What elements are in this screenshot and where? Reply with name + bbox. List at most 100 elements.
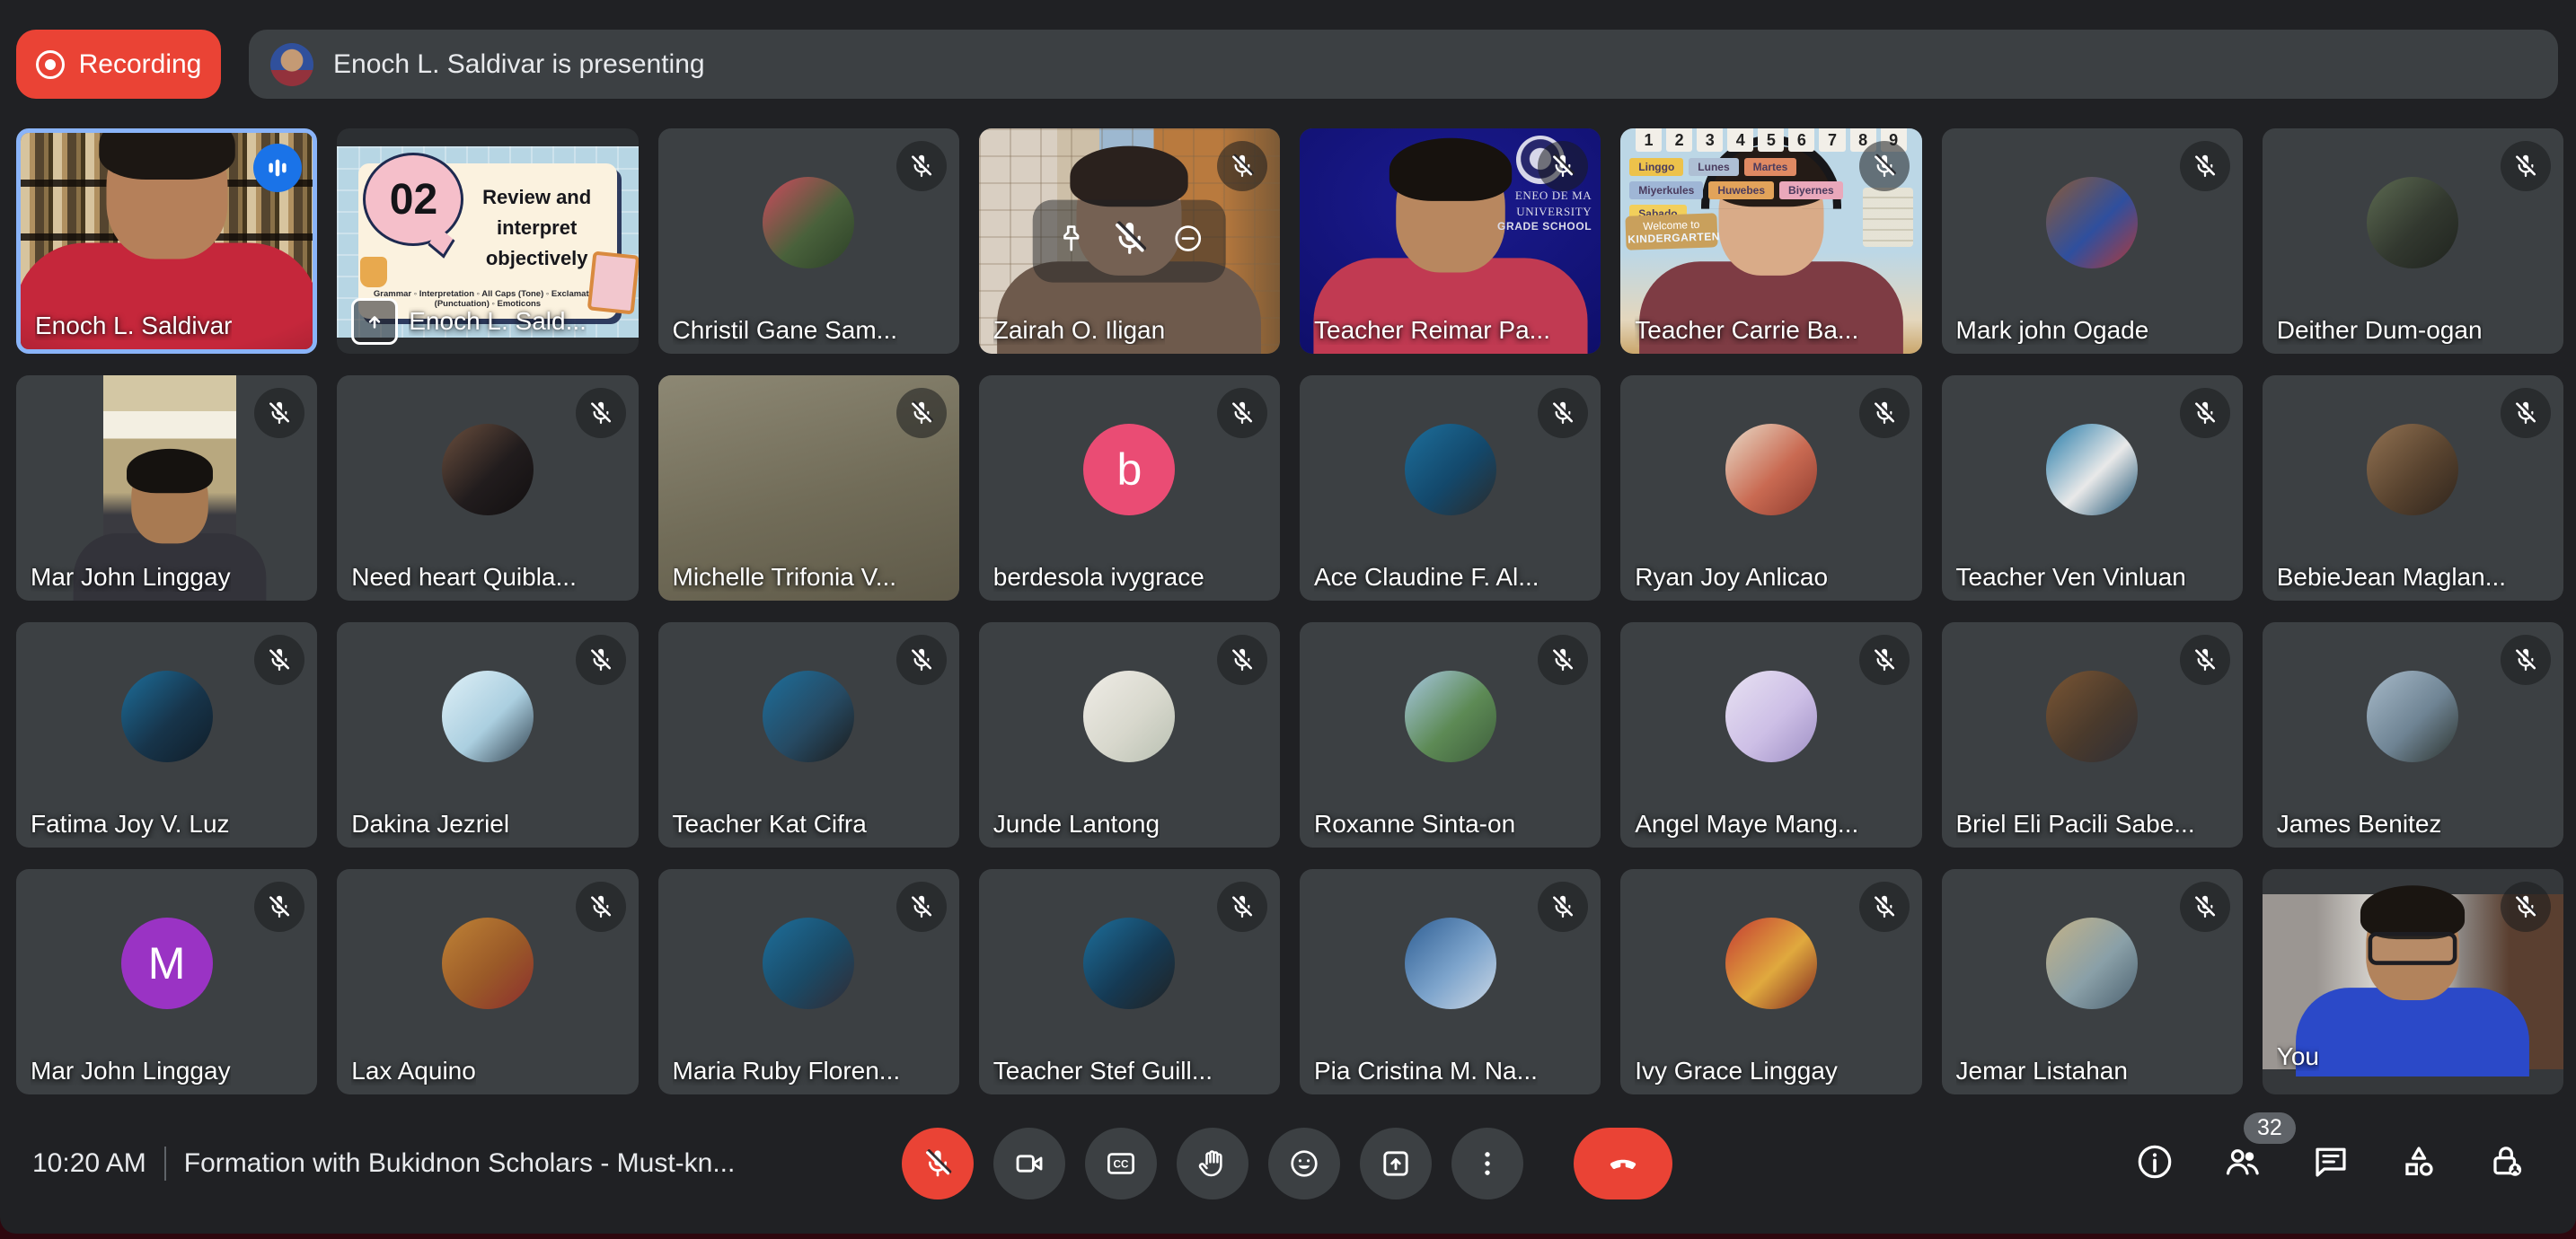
avatar bbox=[1725, 424, 1817, 515]
participant-tile[interactable]: BebieJean Maglan... bbox=[2263, 375, 2563, 601]
avatar bbox=[121, 671, 213, 762]
avatar bbox=[442, 918, 534, 1009]
host-controls-button[interactable] bbox=[2486, 1141, 2527, 1182]
top-bar: Recording Enoch L. Saldivar is presentin… bbox=[16, 30, 2558, 99]
avatar bbox=[1405, 424, 1496, 515]
participant-name: Briel Eli Pacili Sabe... bbox=[1956, 810, 2195, 839]
university-name: ENEO DE MAUNIVERSITYGRADE SCHOOL bbox=[1497, 188, 1592, 233]
participant-name: berdesola ivygrace bbox=[993, 563, 1204, 592]
participant-name: Fatima Joy V. Luz bbox=[31, 810, 230, 839]
mic-off-icon bbox=[1859, 635, 1910, 685]
mic-off-icon bbox=[1538, 388, 1588, 438]
participant-tile[interactable]: Enoch L. Saldivar bbox=[16, 128, 317, 354]
participant-tile[interactable]: Maria Ruby Floren... bbox=[658, 869, 959, 1094]
participant-tile[interactable]: Pia Cristina M. Na... bbox=[1300, 869, 1601, 1094]
mic-off-icon bbox=[1538, 882, 1588, 932]
google-meet-window: Recording Enoch L. Saldivar is presentin… bbox=[0, 0, 2576, 1234]
tile-hover-controls bbox=[1033, 199, 1226, 283]
mic-off-icon bbox=[2501, 388, 2551, 438]
participant-tile[interactable]: Christil Gane Sam... bbox=[658, 128, 959, 354]
participant-tile[interactable]: Teacher Ven Vinluan bbox=[1942, 375, 2243, 601]
participant-name: Angel Maye Mang... bbox=[1635, 810, 1858, 839]
participant-name: Teacher Carrie Ba... bbox=[1635, 316, 1858, 345]
participant-tile[interactable]: Lax Aquino bbox=[337, 869, 638, 1094]
participant-tile[interactable]: Deither Dum-ogan bbox=[2263, 128, 2563, 354]
participant-tile[interactable]: Mark john Ogade bbox=[1942, 128, 2243, 354]
participant-tile[interactable]: Zairah O. Iligan bbox=[979, 128, 1280, 354]
participant-tile[interactable]: ENEO DE MAUNIVERSITYGRADE SCHOOLTeacher … bbox=[1300, 128, 1601, 354]
participant-tile[interactable]: Michelle Trifonia V... bbox=[658, 375, 959, 601]
avatar bbox=[442, 424, 534, 515]
mic-off-icon bbox=[1217, 882, 1267, 932]
participant-tile[interactable]: Ivy Grace Linggay bbox=[1620, 869, 1921, 1094]
bottom-bar: 10:20 AM Formation with Bukidnon Scholar… bbox=[0, 1094, 2576, 1234]
participant-tile[interactable]: Dakina Jezriel bbox=[337, 622, 638, 848]
call-controls: CC bbox=[902, 1128, 1672, 1199]
remove-participant-icon[interactable] bbox=[1170, 222, 1204, 260]
presenting-banner: Enoch L. Saldivar is presenting bbox=[249, 30, 2558, 99]
present-button[interactable] bbox=[1360, 1128, 1432, 1199]
info-button[interactable] bbox=[2134, 1141, 2175, 1182]
mic-off-icon bbox=[2180, 882, 2230, 932]
mic-off-button[interactable] bbox=[902, 1128, 974, 1199]
participant-tile[interactable]: 123456789LinggoLunesMartesMiyerkulesHuwe… bbox=[1620, 128, 1921, 354]
svg-text:CC: CC bbox=[1114, 1159, 1129, 1171]
speaking-indicator bbox=[253, 144, 302, 192]
divider bbox=[164, 1147, 166, 1181]
pin-icon[interactable] bbox=[1054, 222, 1088, 260]
info-icon bbox=[2134, 1141, 2175, 1182]
clock-time: 10:20 AM bbox=[32, 1148, 146, 1179]
participant-tile[interactable]: Teacher Stef Guill... bbox=[979, 869, 1280, 1094]
mic-off-icon bbox=[896, 635, 947, 685]
more-vert-button[interactable] bbox=[1451, 1128, 1523, 1199]
captions-icon: CC bbox=[1104, 1147, 1138, 1181]
participant-tile[interactable]: Roxanne Sinta-on bbox=[1300, 622, 1601, 848]
mic-off-icon bbox=[1859, 388, 1910, 438]
participant-name: Michelle Trifonia V... bbox=[673, 563, 897, 592]
mic-off-icon bbox=[2180, 141, 2230, 191]
participant-tile[interactable]: You bbox=[2263, 869, 2563, 1094]
participant-tile[interactable]: Angel Maye Mang... bbox=[1620, 622, 1921, 848]
chat-button[interactable] bbox=[2310, 1141, 2351, 1182]
participant-tile[interactable]: 02Review and interpret objectivelyGramma… bbox=[337, 128, 638, 354]
panel-controls: 32 bbox=[2134, 1141, 2527, 1182]
mic-off-icon bbox=[2501, 141, 2551, 191]
participant-tile[interactable]: Fatima Joy V. Luz bbox=[16, 622, 317, 848]
mute-icon[interactable] bbox=[1108, 218, 1150, 264]
participant-tile[interactable]: Jemar Listahan bbox=[1942, 869, 2243, 1094]
participant-tile[interactable]: Teacher Kat Cifra bbox=[658, 622, 959, 848]
end-call-button[interactable] bbox=[1574, 1128, 1672, 1199]
people-button[interactable]: 32 bbox=[2222, 1141, 2263, 1182]
weekday-cards: LinggoLunesMartesMiyerkulesHuwebesBiyern… bbox=[1629, 158, 1874, 223]
participant-name: Enoch L. Saldivar bbox=[35, 312, 232, 340]
more-vert-icon bbox=[1470, 1147, 1504, 1181]
mic-off-icon bbox=[921, 1147, 955, 1181]
mic-off-icon bbox=[2501, 882, 2551, 932]
raise-hand-button[interactable] bbox=[1177, 1128, 1248, 1199]
mic-off-icon bbox=[576, 635, 626, 685]
mic-off-icon bbox=[896, 141, 947, 191]
participant-tile[interactable]: MMar John Linggay bbox=[16, 869, 317, 1094]
captions-button[interactable]: CC bbox=[1085, 1128, 1157, 1199]
participant-tile[interactable]: James Benitez bbox=[2263, 622, 2563, 848]
speech-bubble: 02 bbox=[363, 153, 463, 246]
chat-icon bbox=[2310, 1141, 2351, 1182]
videocam-button[interactable] bbox=[993, 1128, 1065, 1199]
participant-name: Enoch L. Sald... bbox=[409, 307, 587, 336]
participant-name: Junde Lantong bbox=[993, 810, 1160, 839]
participant-tile[interactable]: bberdesola ivygrace bbox=[979, 375, 1280, 601]
participant-name: Teacher Ven Vinluan bbox=[1956, 563, 2186, 592]
activities-button[interactable] bbox=[2398, 1141, 2439, 1182]
participant-tile[interactable]: Briel Eli Pacili Sabe... bbox=[1942, 622, 2243, 848]
mic-off-icon bbox=[254, 388, 304, 438]
participant-tile[interactable]: Ryan Joy Anlicao bbox=[1620, 375, 1921, 601]
participant-name: Lax Aquino bbox=[351, 1057, 476, 1085]
participant-tile[interactable]: Mar John Linggay bbox=[16, 375, 317, 601]
participant-tile[interactable]: Need heart Quibla... bbox=[337, 375, 638, 601]
avatar bbox=[2367, 177, 2458, 268]
participant-tile[interactable]: Junde Lantong bbox=[979, 622, 1280, 848]
reactions-button[interactable] bbox=[1268, 1128, 1340, 1199]
mic-off-icon bbox=[254, 882, 304, 932]
avatar bbox=[2367, 424, 2458, 515]
participant-tile[interactable]: Ace Claudine F. Al... bbox=[1300, 375, 1601, 601]
